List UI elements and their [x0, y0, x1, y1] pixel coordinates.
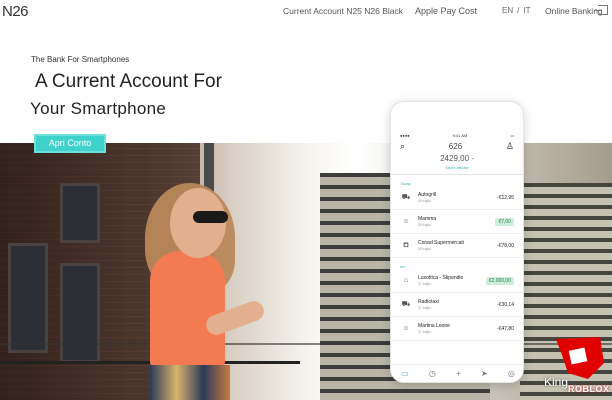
- person-body: [150, 251, 225, 371]
- phone-topbar: ⌕ 626 ♙: [391, 140, 523, 152]
- transaction-name: Martina Leone: [418, 323, 450, 329]
- transaction-name: Conad Supermercati: [418, 240, 464, 246]
- lang-separator: /: [517, 6, 520, 15]
- transaction-date: 27 luglio: [418, 306, 432, 310]
- clock-icon[interactable]: ◷: [429, 369, 436, 378]
- building-window: [60, 183, 100, 243]
- profile-icon[interactable]: ♙: [506, 141, 514, 152]
- watermark-sub: ROBLOX: [568, 384, 610, 394]
- balance: 2429,00 -: [440, 154, 474, 163]
- transaction-name: Mamma: [418, 216, 437, 222]
- hero-title-line1: A Current Account For: [35, 71, 222, 92]
- lang-it[interactable]: IT: [523, 6, 530, 15]
- balance-label: Saldo attuale: [445, 165, 469, 170]
- person-head: [170, 188, 226, 258]
- building-window: [8, 243, 48, 353]
- building-window: [60, 263, 100, 363]
- signal-icon: ●●●●: [400, 132, 410, 138]
- transaction-row[interactable]: ⛟ Radiotaxi 27 luglio -€30,14: [391, 293, 523, 317]
- cards-icon[interactable]: ▭: [401, 369, 409, 378]
- n26-logo[interactable]: N26: [2, 3, 29, 20]
- send-icon[interactable]: ➤: [481, 369, 488, 378]
- bank-icon: ⌂: [403, 277, 409, 284]
- transaction-date: 27 luglio: [418, 282, 432, 286]
- phone-mockup: ●●●● 9:41 AM ▭ ⌕ 626 ♙ 2429,00 - Saldo a…: [390, 101, 524, 383]
- hero-tagline: The Bank For Smartphones: [31, 55, 130, 64]
- battery-icon: ▭: [510, 132, 514, 138]
- transaction-amount: -€78,00: [497, 242, 514, 249]
- transaction-row[interactable]: ☺ Mamma 28 luglio €7,00: [391, 210, 523, 234]
- nav-online-banking[interactable]: Online Banking: [545, 6, 603, 16]
- phone-time: 9:41 AM: [452, 132, 468, 138]
- transaction-name: Luxottica - Stipendio: [418, 275, 464, 281]
- section-label: Today: [400, 181, 411, 186]
- transaction-amount: -€47,80: [497, 325, 514, 332]
- transaction-row[interactable]: ⌂ Luxottica - Stipendio 27 luglio €2.000,…: [391, 269, 523, 293]
- person-skirt: [150, 365, 230, 400]
- user-icon: ☺: [402, 218, 410, 225]
- section-label: Ieri: [400, 264, 406, 269]
- transaction-amount: -€30,14: [497, 301, 514, 308]
- watermark-text: King: [544, 375, 569, 389]
- hero-title-line2: Your Smartphone: [30, 99, 167, 118]
- open-account-button[interactable]: Apri Conto: [34, 134, 106, 153]
- settings-icon[interactable]: ◎: [508, 369, 515, 378]
- search-icon[interactable]: ⌕: [400, 141, 405, 152]
- transaction-date: 28 luglio: [418, 223, 432, 227]
- phone-tabbar: ▭ ◷ + ➤ ◎: [391, 364, 523, 382]
- transaction-date: 28 luglio: [418, 199, 432, 203]
- language-switcher: EN / IT: [502, 6, 534, 15]
- transaction-row[interactable]: ⛾ Conad Supermercati 28 luglio -€78,00: [391, 234, 523, 258]
- transaction-row[interactable]: ☺ Martina Leone 27 luglio -€47,80: [391, 317, 523, 341]
- transaction-amount: €2.000,00: [485, 276, 514, 285]
- user-icon: ☺: [402, 325, 410, 332]
- page: N26 Current Account N25 N26 Black Apple …: [0, 0, 612, 400]
- sunglasses: [193, 211, 228, 223]
- nav-apple-pay[interactable]: Apple Pay Cost: [415, 6, 477, 16]
- cart-icon: ⛾: [403, 242, 409, 249]
- transaction-date: 27 luglio: [418, 330, 432, 334]
- nav-current-account[interactable]: Current Account N25 N26 Black: [283, 6, 403, 16]
- transaction-amount: €7,00: [495, 217, 514, 226]
- account-id: 626: [448, 141, 463, 151]
- login-icon[interactable]: [594, 5, 608, 15]
- plus-icon[interactable]: +: [456, 369, 461, 378]
- lang-en[interactable]: EN: [502, 6, 513, 15]
- phone-status-bar: ●●●● 9:41 AM ▭: [391, 130, 523, 140]
- transaction-date: 28 luglio: [418, 247, 432, 251]
- transaction-name: Autogrill: [418, 192, 437, 198]
- transaction-amount: -€12,95: [497, 194, 514, 201]
- transaction-row[interactable]: ⛟ Autogrill 28 luglio -€12,95: [391, 186, 523, 210]
- transaction-name: Radiotaxi: [418, 299, 439, 305]
- car-icon: ⛟: [401, 194, 411, 201]
- car-icon: ⛟: [401, 301, 411, 308]
